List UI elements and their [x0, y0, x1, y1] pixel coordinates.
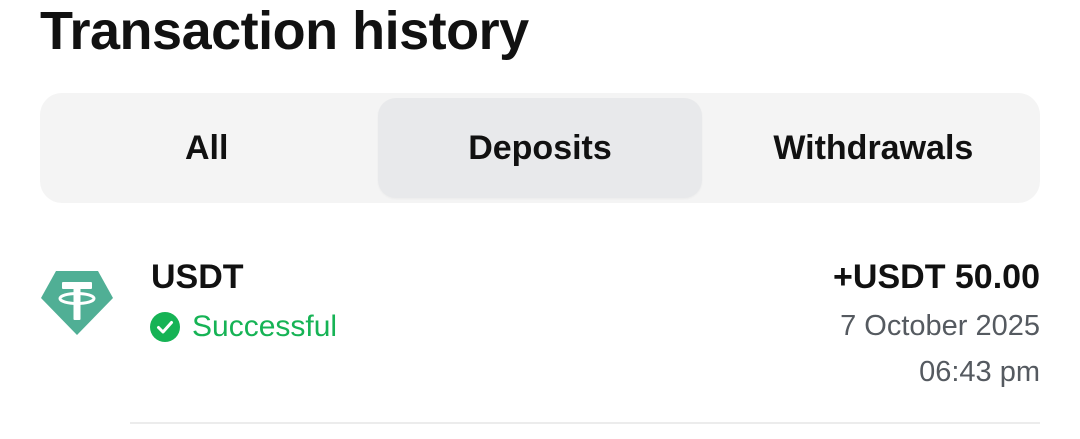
status-label: Successful [192, 310, 338, 343]
transaction-status: Successful [150, 310, 337, 344]
transaction-amount: +USDT 50.00 [833, 258, 1040, 296]
tether-usdt-icon [41, 271, 113, 335]
transaction-filter-tabs: All Deposits Withdrawals [40, 93, 1040, 203]
transaction-time: 06:43 pm [919, 356, 1040, 388]
transaction-row[interactable]: USDT Successful +USDT 50.00 7 October 20… [40, 240, 1040, 400]
transaction-date: 7 October 2025 [840, 310, 1040, 342]
page-title: Transaction history [40, 1, 529, 61]
transaction-history-screen: Transaction history All Deposits Withdra… [0, 0, 1080, 439]
tab-withdrawals[interactable]: Withdrawals [712, 98, 1035, 198]
tab-all[interactable]: All [45, 98, 368, 198]
row-divider [130, 422, 1040, 424]
check-circle-icon [150, 312, 180, 342]
transaction-asset-name: USDT [151, 258, 244, 296]
tab-deposits[interactable]: Deposits [378, 98, 702, 198]
